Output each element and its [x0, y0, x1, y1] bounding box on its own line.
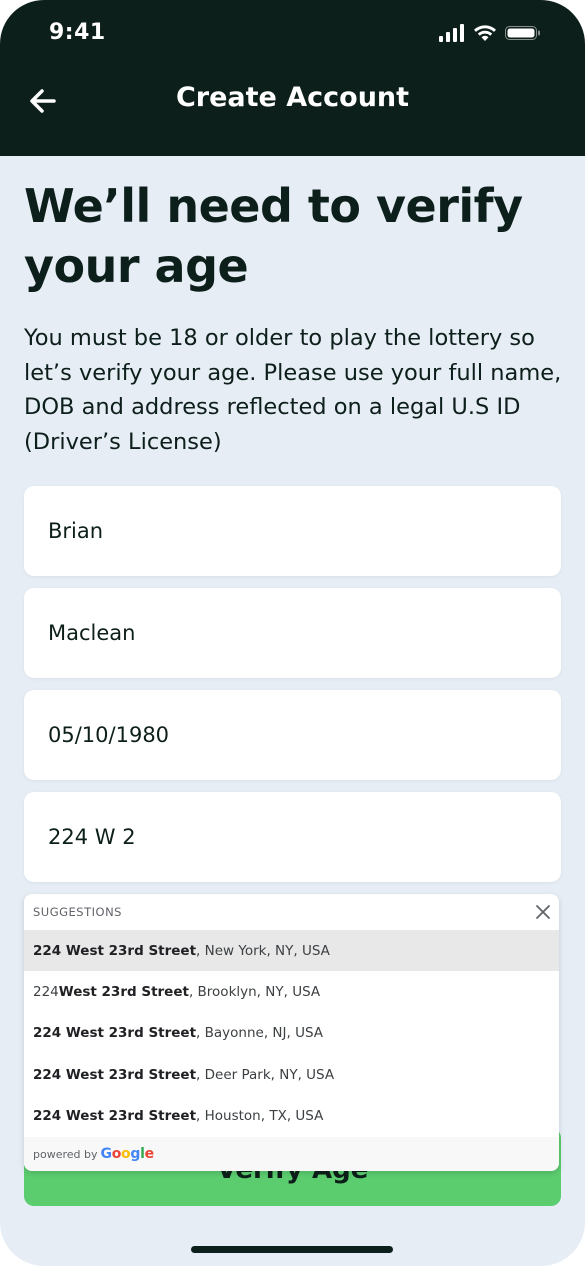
suggestion-item[interactable]: 224 West 23rd Street, Houston, TX, USA [24, 1095, 559, 1136]
suggestion-match: 224 West 23rd Street [33, 1024, 197, 1041]
suggestion-match: West 23rd Street [58, 983, 189, 1000]
dob-field[interactable]: 05/10/1980 [24, 690, 561, 780]
battery-icon [505, 26, 540, 40]
suggestion-match: 224 West 23rd Street [33, 1107, 197, 1124]
address-value: 224 W 2 [48, 825, 136, 849]
suggestion-match: 224 West 23rd Street [33, 1066, 197, 1083]
suggestion-rest: , Bayonne, NJ, USA [196, 1024, 324, 1041]
description-text: You must be 18 or older to play the lott… [24, 325, 562, 455]
suggestion-match: 224 West 23rd Street [33, 942, 197, 959]
suggestions-heading: SUGGESTIONS [33, 905, 122, 919]
first-name-field[interactable]: Brian [24, 486, 561, 576]
home-indicator [191, 1246, 393, 1253]
powered-by-google: powered by Google [24, 1137, 559, 1171]
suggestion-rest: , Houston, TX, USA [196, 1107, 324, 1124]
page-title: Create Account [175, 82, 410, 113]
suggestion-plain-prefix: 224 [33, 983, 59, 1000]
suggestion-rest: , Brooklyn, NY, USA [188, 983, 321, 1000]
google-logo: Google [100, 1146, 155, 1162]
first-name-value: Brian [48, 519, 104, 543]
address-field[interactable]: 224 W 2 [24, 792, 561, 882]
header-bar: 9:41 Create Account [0, 0, 585, 156]
wifi-icon [474, 25, 496, 41]
suggestion-item[interactable]: 224 West 23rd Street, Deer Park, NY, USA [24, 1054, 559, 1095]
close-icon [536, 905, 550, 919]
headline: We’ll need to verify your age [24, 179, 523, 293]
app-screen: 9:41 Create Account We’ll need to verify… [0, 0, 585, 1266]
suggestion-rest: , New York, NY, USA [196, 942, 330, 959]
suggestion-item[interactable]: 224 West 23rd Street, Bayonne, NJ, USA [24, 1012, 559, 1053]
suggestion-item[interactable]: 224 West 23rd Street, Brooklyn, NY, USA [24, 971, 559, 1012]
powered-by-label: powered by [33, 1147, 98, 1161]
status-icons [439, 24, 541, 42]
last-name-field[interactable]: Maclean [24, 588, 561, 678]
address-suggestions-dropdown: SUGGESTIONS 224 West 23rd Street, New Yo… [24, 894, 559, 1171]
suggestion-rest: , Deer Park, NY, USA [196, 1066, 335, 1083]
dob-value: 05/10/1980 [48, 723, 170, 747]
last-name-value: Maclean [48, 621, 136, 645]
suggestion-item[interactable]: 224 West 23rd Street, New York, NY, USA [24, 930, 559, 971]
cellular-signal-icon [439, 24, 464, 42]
status-time: 9:41 [49, 20, 106, 45]
close-suggestions-button[interactable] [535, 904, 551, 920]
